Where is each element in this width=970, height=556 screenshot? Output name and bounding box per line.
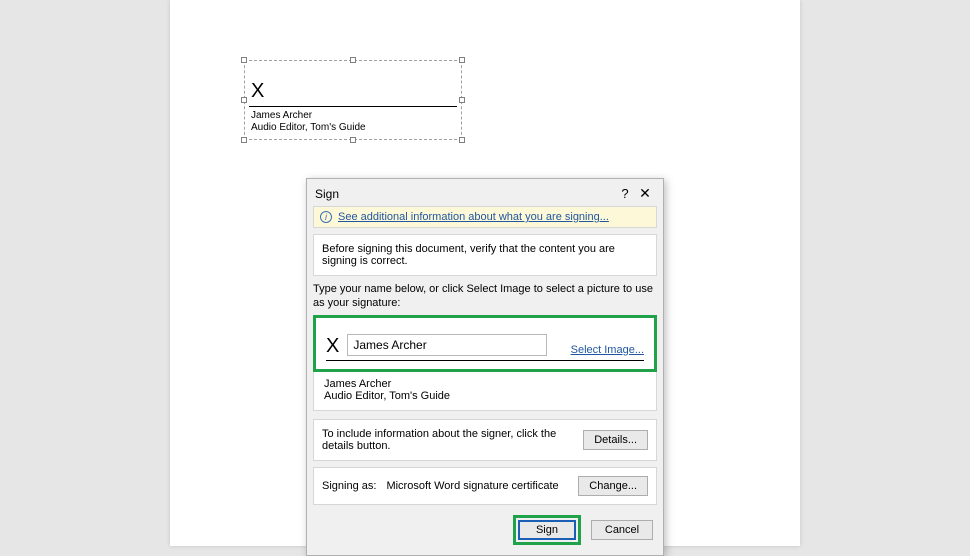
- change-button[interactable]: Change...: [578, 476, 648, 496]
- signing-as-label: Signing as:: [322, 480, 376, 492]
- details-section: To include information about the signer,…: [313, 419, 657, 461]
- resize-handle[interactable]: [459, 97, 465, 103]
- resize-handle[interactable]: [241, 57, 247, 63]
- signature-x-mark: X: [251, 80, 264, 103]
- signing-as-section: Signing as: Microsoft Word signature cer…: [313, 467, 657, 505]
- dialog-titlebar[interactable]: Sign ? ✕: [307, 179, 663, 206]
- details-button[interactable]: Details...: [583, 430, 648, 450]
- signer-info-block: James Archer Audio Editor, Tom's Guide: [313, 372, 657, 411]
- resize-handle[interactable]: [459, 137, 465, 143]
- signature-line: [249, 106, 457, 107]
- signature-name-input[interactable]: [347, 334, 547, 356]
- verify-instruction-text: Before signing this document, verify tha…: [322, 243, 648, 267]
- signature-line-object[interactable]: X James Archer Audio Editor, Tom's Guide: [244, 60, 462, 140]
- signature-signer-name: James Archer: [251, 110, 312, 121]
- signature-input-highlight: X Select Image...: [313, 315, 657, 372]
- signature-signer-title: Audio Editor, Tom's Guide: [251, 122, 366, 133]
- resize-handle[interactable]: [350, 137, 356, 143]
- select-image-link[interactable]: Select Image...: [571, 344, 644, 356]
- signature-input-row: X Select Image...: [322, 324, 648, 358]
- dialog-title: Sign: [315, 187, 615, 201]
- dialog-button-row: Sign Cancel: [307, 505, 663, 555]
- sign-button-highlight: Sign: [513, 515, 581, 545]
- details-text: To include information about the signer,…: [322, 428, 573, 452]
- resize-handle[interactable]: [459, 57, 465, 63]
- signature-input-line: [326, 360, 644, 361]
- sign-button[interactable]: Sign: [518, 520, 576, 540]
- type-name-instruction: Type your name below, or click Select Im…: [313, 282, 657, 311]
- resize-handle[interactable]: [350, 57, 356, 63]
- additional-info-link[interactable]: See additional information about what yo…: [338, 211, 609, 223]
- close-button[interactable]: ✕: [635, 185, 655, 202]
- resize-handle[interactable]: [241, 97, 247, 103]
- cancel-button[interactable]: Cancel: [591, 520, 653, 540]
- signature-input-x-mark: X: [326, 336, 339, 356]
- signer-name: James Archer: [324, 378, 646, 390]
- signer-title: Audio Editor, Tom's Guide: [324, 390, 646, 402]
- resize-handle[interactable]: [241, 137, 247, 143]
- signing-as-value: Microsoft Word signature certificate: [386, 480, 568, 492]
- verify-instruction-box: Before signing this document, verify tha…: [313, 234, 657, 276]
- help-button[interactable]: ?: [615, 186, 635, 201]
- info-icon: i: [320, 211, 332, 223]
- sign-dialog: Sign ? ✕ i See additional information ab…: [306, 178, 664, 556]
- info-bar: i See additional information about what …: [313, 206, 657, 228]
